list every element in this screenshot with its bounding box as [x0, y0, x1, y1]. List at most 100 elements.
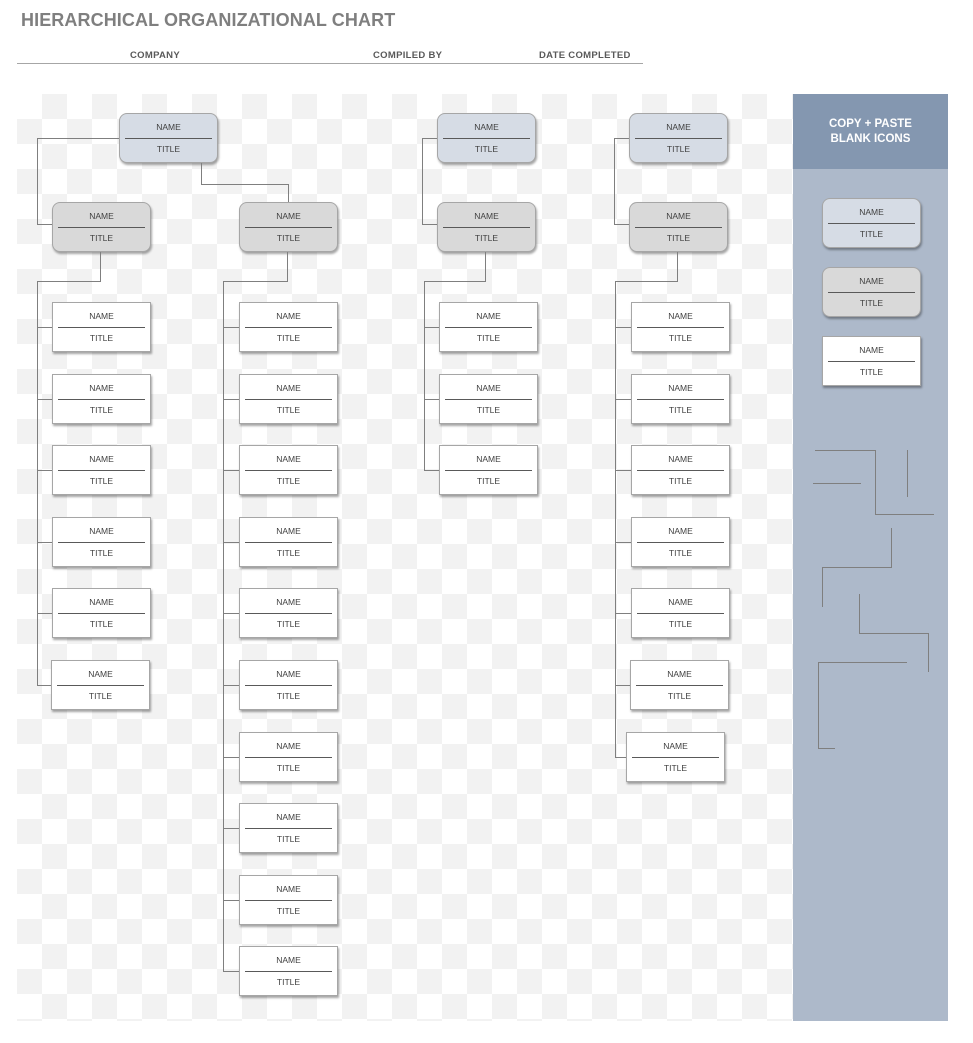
report-node[interactable]: NAME TITLE — [239, 588, 338, 638]
node-name[interactable]: NAME — [440, 383, 537, 393]
node-name[interactable]: NAME — [240, 669, 337, 679]
report-node[interactable]: NAME TITLE — [239, 875, 338, 925]
node-name[interactable]: NAME — [240, 454, 337, 464]
node-title[interactable]: TITLE — [53, 619, 150, 629]
node-title[interactable]: TITLE — [632, 548, 729, 558]
report-node[interactable]: NAME TITLE — [631, 374, 730, 424]
node-name[interactable]: NAME — [632, 383, 729, 393]
node-title[interactable]: TITLE — [120, 144, 217, 154]
report-node[interactable]: NAME TITLE — [52, 445, 151, 495]
report-node[interactable]: NAME TITLE — [52, 517, 151, 567]
node-name[interactable]: NAME — [438, 211, 535, 221]
report-node[interactable]: NAME TITLE — [239, 660, 338, 710]
node-title[interactable]: TITLE — [240, 333, 337, 343]
node-name[interactable]: NAME — [632, 311, 729, 321]
node-name[interactable]: NAME — [240, 211, 337, 221]
manager-node[interactable]: NAME TITLE — [52, 202, 151, 252]
node-title[interactable]: TITLE — [627, 763, 724, 773]
node-title[interactable]: TITLE — [438, 233, 535, 243]
node-title[interactable]: TITLE — [240, 834, 337, 844]
report-node[interactable]: NAME TITLE — [626, 732, 725, 782]
node-name[interactable]: NAME — [627, 741, 724, 751]
report-node[interactable]: NAME TITLE — [439, 445, 538, 495]
node-name[interactable]: NAME — [240, 884, 337, 894]
node-title[interactable]: TITLE — [240, 691, 337, 701]
report-node[interactable]: NAME TITLE — [631, 302, 730, 352]
node-title[interactable]: TITLE — [240, 619, 337, 629]
node-title[interactable]: TITLE — [53, 548, 150, 558]
node-name[interactable]: NAME — [632, 526, 729, 536]
node-name[interactable]: NAME — [631, 669, 728, 679]
report-node[interactable]: NAME TITLE — [52, 302, 151, 352]
node-title[interactable]: TITLE — [823, 298, 920, 308]
node-name[interactable]: NAME — [440, 311, 537, 321]
node-title[interactable]: TITLE — [53, 405, 150, 415]
node-title[interactable]: TITLE — [632, 619, 729, 629]
node-name[interactable]: NAME — [823, 207, 920, 217]
report-node[interactable]: NAME TITLE — [239, 803, 338, 853]
node-title[interactable]: TITLE — [823, 229, 920, 239]
node-title[interactable]: TITLE — [440, 333, 537, 343]
report-node[interactable]: NAME TITLE — [52, 588, 151, 638]
node-title[interactable]: TITLE — [630, 144, 727, 154]
node-title[interactable]: TITLE — [440, 405, 537, 415]
node-name[interactable]: NAME — [438, 122, 535, 132]
report-node[interactable]: NAME TITLE — [439, 374, 538, 424]
template-node-gray[interactable]: NAME TITLE — [822, 267, 921, 317]
node-title[interactable]: TITLE — [240, 977, 337, 987]
node-name[interactable]: NAME — [53, 526, 150, 536]
manager-node[interactable]: NAME TITLE — [437, 202, 536, 252]
node-name[interactable]: NAME — [240, 812, 337, 822]
report-node[interactable]: NAME TITLE — [239, 517, 338, 567]
report-node[interactable]: NAME TITLE — [631, 517, 730, 567]
node-name[interactable]: NAME — [53, 311, 150, 321]
node-name[interactable]: NAME — [53, 597, 150, 607]
node-title[interactable]: TITLE — [240, 763, 337, 773]
node-name[interactable]: NAME — [632, 597, 729, 607]
manager-node[interactable]: NAME TITLE — [239, 202, 338, 252]
node-name[interactable]: NAME — [240, 597, 337, 607]
executive-node[interactable]: NAME TITLE — [629, 113, 728, 163]
node-title[interactable]: TITLE — [240, 548, 337, 558]
node-name[interactable]: NAME — [440, 454, 537, 464]
node-name[interactable]: NAME — [632, 454, 729, 464]
executive-node[interactable]: NAME TITLE — [119, 113, 218, 163]
node-title[interactable]: TITLE — [53, 476, 150, 486]
node-title[interactable]: TITLE — [240, 476, 337, 486]
node-name[interactable]: NAME — [120, 122, 217, 132]
node-name[interactable]: NAME — [53, 383, 150, 393]
template-node-blue[interactable]: NAME TITLE — [822, 198, 921, 248]
report-node[interactable]: NAME TITLE — [239, 445, 338, 495]
template-node-white[interactable]: NAME TITLE — [822, 336, 921, 386]
node-title[interactable]: TITLE — [52, 691, 149, 701]
report-node[interactable]: NAME TITLE — [239, 946, 338, 996]
node-name[interactable]: NAME — [630, 122, 727, 132]
node-title[interactable]: TITLE — [632, 405, 729, 415]
node-name[interactable]: NAME — [52, 669, 149, 679]
node-name[interactable]: NAME — [240, 526, 337, 536]
report-node[interactable]: NAME TITLE — [630, 660, 729, 710]
node-name[interactable]: NAME — [53, 454, 150, 464]
node-title[interactable]: TITLE — [240, 405, 337, 415]
node-name[interactable]: NAME — [630, 211, 727, 221]
report-node[interactable]: NAME TITLE — [631, 445, 730, 495]
node-title[interactable]: TITLE — [53, 333, 150, 343]
node-title[interactable]: TITLE — [631, 691, 728, 701]
manager-node[interactable]: NAME TITLE — [629, 202, 728, 252]
node-title[interactable]: TITLE — [823, 367, 920, 377]
report-node[interactable]: NAME TITLE — [239, 732, 338, 782]
node-name[interactable]: NAME — [240, 741, 337, 751]
report-node[interactable]: NAME TITLE — [239, 374, 338, 424]
report-node[interactable]: NAME TITLE — [52, 374, 151, 424]
report-node[interactable]: NAME TITLE — [51, 660, 150, 710]
node-title[interactable]: TITLE — [438, 144, 535, 154]
node-title[interactable]: TITLE — [240, 906, 337, 916]
node-name[interactable]: NAME — [53, 211, 150, 221]
node-title[interactable]: TITLE — [632, 333, 729, 343]
node-title[interactable]: TITLE — [632, 476, 729, 486]
node-name[interactable]: NAME — [823, 276, 920, 286]
node-name[interactable]: NAME — [823, 345, 920, 355]
node-title[interactable]: TITLE — [53, 233, 150, 243]
node-title[interactable]: TITLE — [440, 476, 537, 486]
node-title[interactable]: TITLE — [630, 233, 727, 243]
